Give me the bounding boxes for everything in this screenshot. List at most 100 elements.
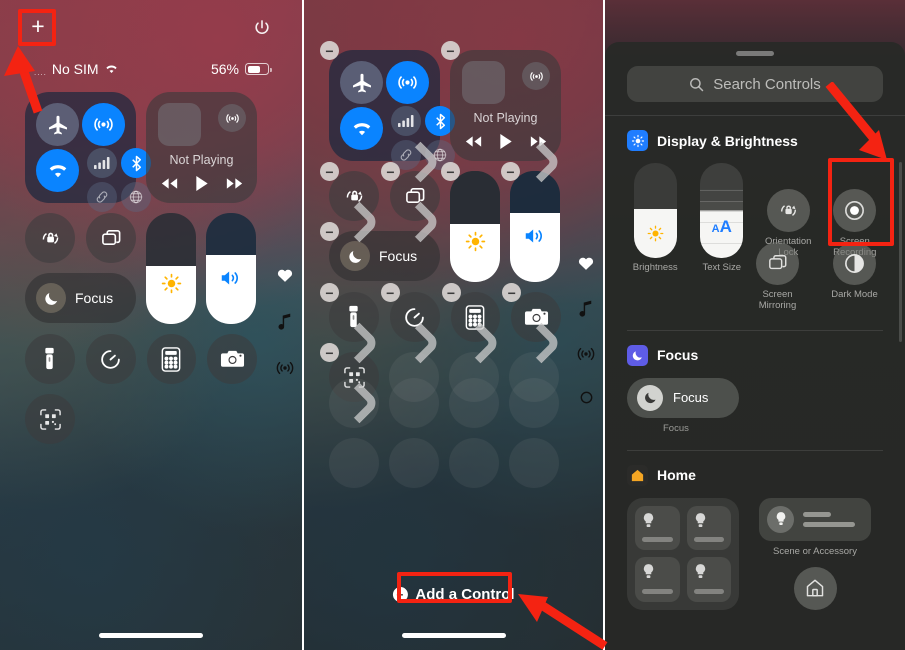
media-player-tile[interactable]: Not Playing xyxy=(146,92,257,203)
airplay-button[interactable] xyxy=(218,104,246,132)
flashlight-button[interactable] xyxy=(25,334,75,384)
sheet-grabber[interactable] xyxy=(736,51,774,56)
panel-controls-gallery: Search Controls Display & Brightness Bri… xyxy=(605,0,905,650)
remove-badge[interactable]: − xyxy=(441,41,460,60)
media-transport-controls xyxy=(146,175,257,192)
empty-slot[interactable] xyxy=(389,438,439,488)
remove-badge[interactable]: − xyxy=(380,283,400,302)
airdrop-button[interactable] xyxy=(82,103,125,146)
remove-badge[interactable]: − xyxy=(320,222,339,241)
resize-grip[interactable] xyxy=(358,381,382,405)
section-header-focus: Focus xyxy=(605,331,905,366)
airplane-mode-button[interactable] xyxy=(36,103,79,146)
volume-icon-wrap xyxy=(206,268,256,288)
remove-badge[interactable]: − xyxy=(320,41,339,60)
search-controls-input[interactable]: Search Controls xyxy=(627,66,883,102)
home-app-preview[interactable] xyxy=(793,566,837,610)
remove-badge[interactable]: − xyxy=(502,283,522,302)
camera-button[interactable]: − xyxy=(502,283,564,345)
brightness-fill xyxy=(633,208,677,258)
music-note-icon[interactable] xyxy=(278,313,292,330)
gallery-item-screen-mirroring[interactable]: Screen Mirroring xyxy=(749,241,806,312)
timer-button[interactable] xyxy=(85,334,136,384)
screen-mirroring-button[interactable] xyxy=(86,213,136,263)
screen-mirroring-button[interactable]: − xyxy=(381,162,443,224)
resize-grip[interactable] xyxy=(419,321,443,345)
empty-slot[interactable] xyxy=(329,438,379,488)
remove-badge[interactable]: − xyxy=(441,162,460,181)
remove-badge[interactable]: − xyxy=(320,283,339,302)
rewind-icon[interactable] xyxy=(161,177,178,190)
connectivity-icon[interactable] xyxy=(276,360,294,376)
resize-grip[interactable] xyxy=(540,140,564,164)
gallery-item-focus[interactable]: Focus xyxy=(627,377,739,418)
forward-icon[interactable] xyxy=(226,177,243,190)
gallery-item-dark-mode[interactable]: Dark Mode xyxy=(826,241,883,312)
play-icon[interactable] xyxy=(499,133,513,150)
speaker-icon xyxy=(525,229,542,243)
rewind-icon[interactable] xyxy=(465,135,482,148)
cellular-data-button[interactable] xyxy=(87,148,117,178)
brightness-slider[interactable]: − xyxy=(441,162,500,282)
calculator-button[interactable] xyxy=(146,334,197,384)
circle-icon[interactable] xyxy=(580,391,593,404)
airplay-button[interactable] xyxy=(522,62,550,90)
airplane-mode-button[interactable] xyxy=(340,61,383,104)
cellular-data-button[interactable] xyxy=(391,106,421,136)
gallery-item-brightness[interactable]: Brightness xyxy=(627,163,684,274)
focus-button[interactable]: Focus xyxy=(25,273,136,323)
bluetooth-icon xyxy=(435,113,445,129)
empty-slot[interactable] xyxy=(449,378,499,428)
cellular-icon xyxy=(94,157,110,169)
volume-slider[interactable] xyxy=(206,213,256,324)
resize-grip[interactable] xyxy=(358,200,382,224)
media-player-tile[interactable]: − Not Playing xyxy=(441,41,564,164)
wifi-button[interactable] xyxy=(36,149,79,192)
gallery-item-text-size[interactable]: AA Text Size xyxy=(694,163,751,274)
remove-badge[interactable]: − xyxy=(381,162,400,181)
resize-grip[interactable] xyxy=(358,321,382,345)
resize-grip[interactable] xyxy=(479,321,503,345)
camera-button[interactable] xyxy=(207,334,257,384)
gallery-item-home-quad[interactable] xyxy=(627,497,739,610)
moon-icon-wrap xyxy=(36,283,66,313)
brightness-slider[interactable] xyxy=(146,213,196,324)
remove-badge[interactable]: − xyxy=(441,283,461,302)
connectivity-tile[interactable]: − xyxy=(320,41,455,170)
connectivity-icon[interactable] xyxy=(577,346,595,362)
resize-grip[interactable] xyxy=(419,140,443,164)
orientation-lock-button[interactable]: − xyxy=(320,162,382,224)
sheet-scroll-indicator[interactable] xyxy=(899,162,902,342)
remove-badge[interactable]: − xyxy=(501,162,520,181)
heart-icon[interactable] xyxy=(578,256,594,271)
airdrop-button[interactable] xyxy=(386,61,429,104)
calculator-button[interactable]: − xyxy=(441,283,503,345)
empty-slot[interactable] xyxy=(449,438,499,488)
bulb-icon xyxy=(776,512,785,526)
resize-grip[interactable] xyxy=(540,321,564,345)
code-scanner-button[interactable] xyxy=(25,394,75,444)
personal-hotspot-button[interactable] xyxy=(87,182,117,212)
orientation-lock-button[interactable] xyxy=(25,213,75,263)
heart-icon[interactable] xyxy=(277,268,293,283)
remove-badge[interactable]: − xyxy=(320,162,339,181)
power-icon xyxy=(255,20,269,35)
resize-grip[interactable] xyxy=(419,200,443,224)
empty-slot[interactable] xyxy=(509,438,559,488)
timer-button[interactable]: − xyxy=(380,283,443,345)
flashlight-button[interactable]: − xyxy=(320,283,382,345)
add-control-plus-button[interactable]: + xyxy=(24,12,52,40)
wifi-button[interactable] xyxy=(340,107,383,150)
play-icon[interactable] xyxy=(195,175,209,192)
empty-slot[interactable] xyxy=(389,378,439,428)
gallery-item-scene-or-accessory[interactable] xyxy=(759,497,871,541)
music-note-icon[interactable] xyxy=(579,300,593,317)
add-a-control-button[interactable]: + Add a Control xyxy=(392,586,515,603)
power-button[interactable] xyxy=(252,18,272,38)
remove-badge[interactable]: − xyxy=(320,343,339,362)
empty-slot[interactable] xyxy=(509,378,559,428)
volume-slider[interactable]: − xyxy=(501,162,560,282)
connectivity-tile[interactable] xyxy=(25,92,151,212)
airdrop-icon xyxy=(398,75,417,90)
gallery-item-label: Scene or Accessory xyxy=(773,545,857,557)
